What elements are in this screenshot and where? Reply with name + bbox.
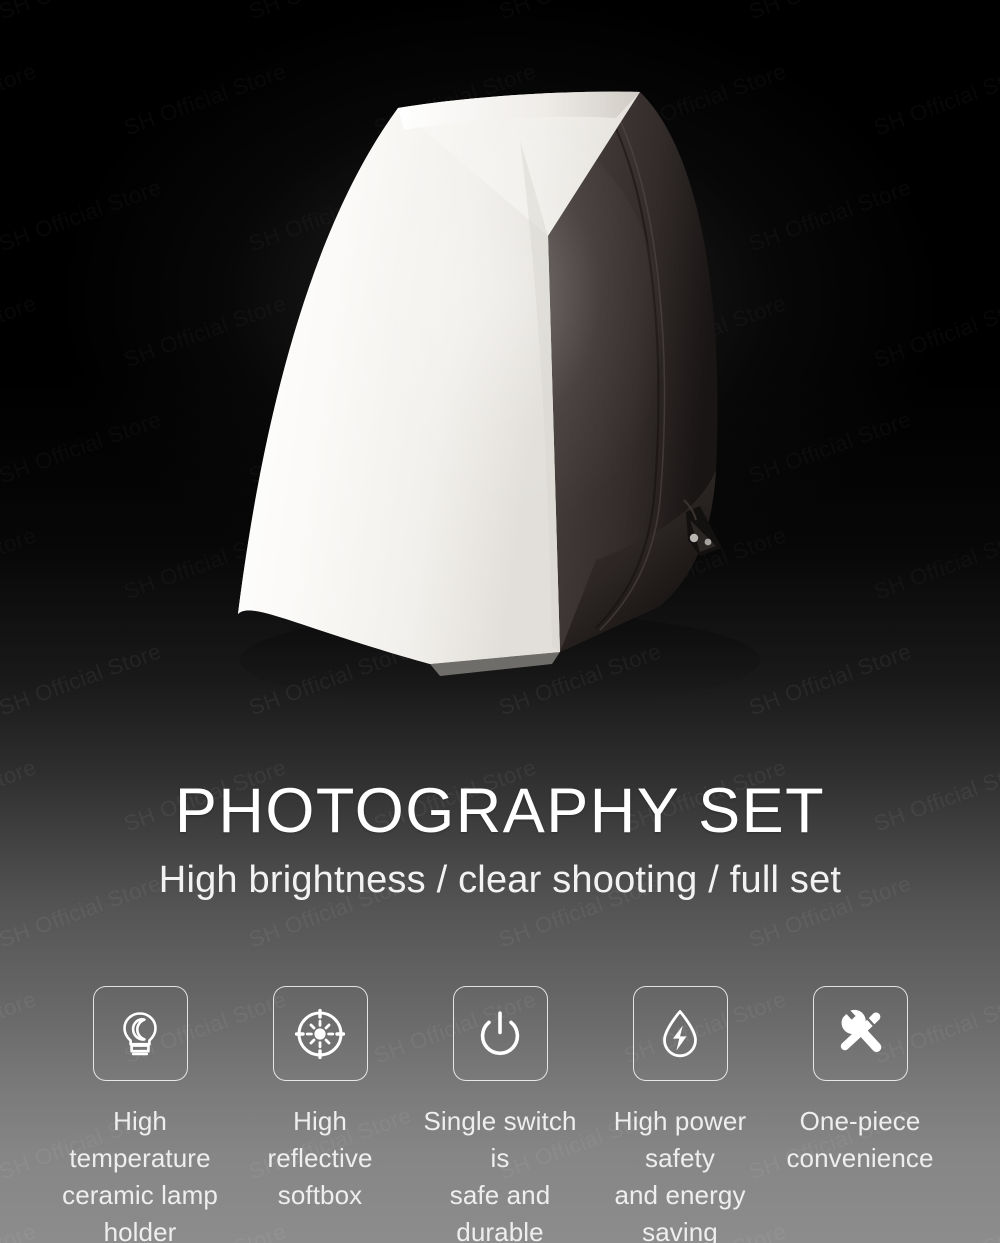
power-switch-icon — [480, 1010, 520, 1055]
feature-item-high-reflective: High reflective softbox — [240, 986, 400, 1243]
product-image — [0, 0, 1000, 740]
droplet-bolt-icon — [663, 1009, 697, 1057]
icon-box-power-switch — [452, 986, 548, 1081]
bulb-moon-icon — [123, 1011, 157, 1055]
icon-box-bulb-moon — [92, 986, 188, 1081]
page-title: PHOTOGRAPHY SET — [174, 776, 826, 846]
feature-caption: Single switch is safe and durable — [423, 1106, 577, 1243]
page-subtitle: High brightness / clear shooting / full … — [158, 858, 842, 901]
feature-caption: High power safety and energy saving — [613, 1106, 747, 1243]
feature-caption: High reflective softbox — [267, 1106, 373, 1210]
softbox-illustration — [238, 91, 760, 708]
feature-list: High temperature ceramic lamp holder Hig… — [0, 986, 1000, 1243]
feature-item-high-temperature: High temperature ceramic lamp holder — [60, 986, 220, 1243]
promo-banner: SH Official StoreSH Official StoreSH Off… — [0, 0, 1000, 1243]
feature-item-single-switch: Single switch is safe and durable — [420, 986, 580, 1243]
feature-caption: One-piece convenience — [786, 1106, 934, 1173]
feature-item-high-power-safety: High power safety and energy saving — [600, 986, 760, 1243]
icon-box-droplet-bolt — [632, 986, 728, 1081]
icon-box-wrench-screwdriver — [812, 986, 908, 1081]
copy-block: PHOTOGRAPHY SET High brightness / clear … — [0, 778, 1000, 901]
wrench-screwdriver-icon — [840, 1009, 882, 1052]
sun-reflector-icon — [294, 1008, 346, 1059]
feature-caption: High temperature ceramic lamp holder — [62, 1106, 218, 1243]
icon-box-sun-reflector — [272, 986, 368, 1081]
feature-item-one-piece: One-piece convenience — [780, 986, 940, 1243]
